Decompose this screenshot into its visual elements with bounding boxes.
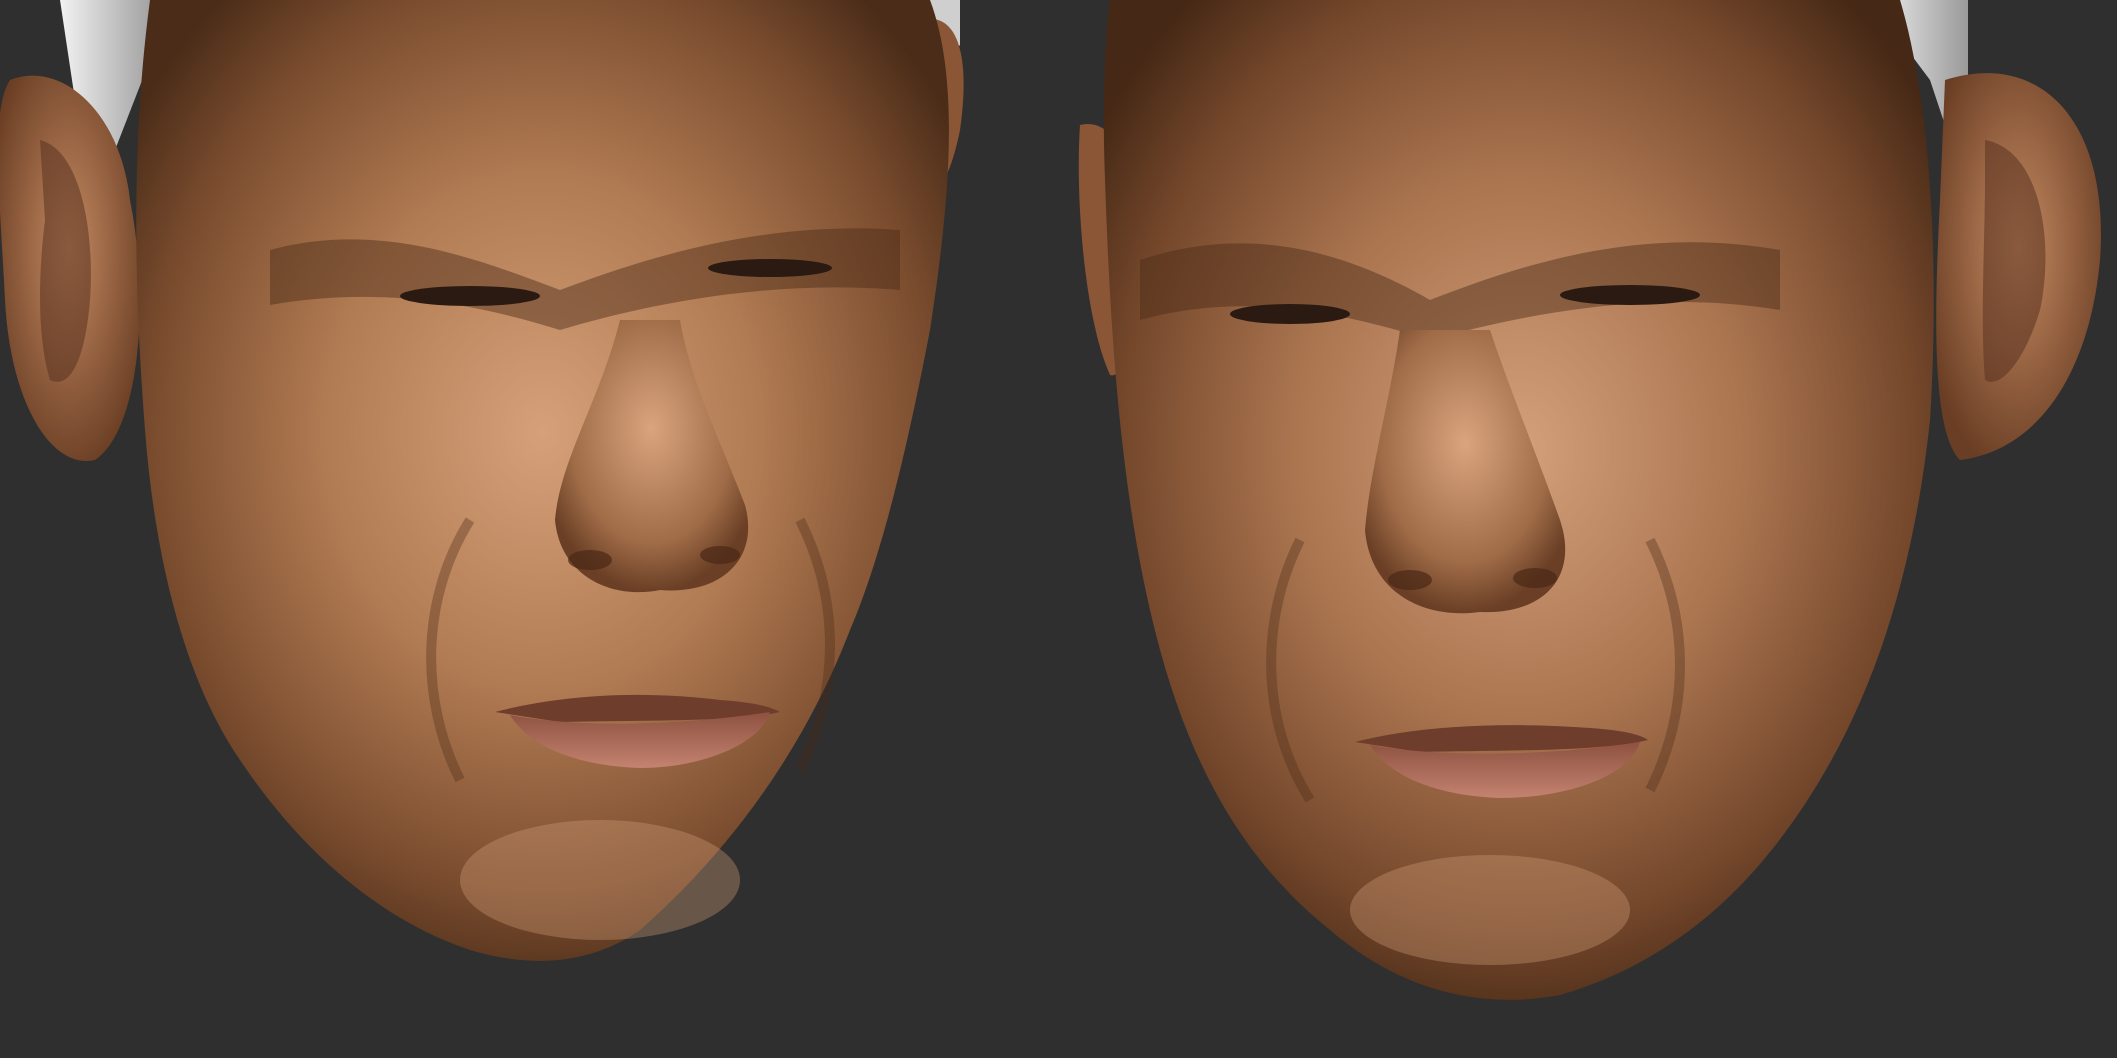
left-face-eye-right <box>708 259 832 277</box>
left-face-head <box>136 0 949 961</box>
right-face-view <box>1078 0 2101 1000</box>
left-face-eye-left <box>400 286 540 306</box>
render-viewport <box>0 0 2117 1058</box>
left-face-chin <box>460 820 740 940</box>
left-face-view <box>0 0 964 961</box>
right-face-nostril-left <box>1388 570 1432 590</box>
right-face-eye-left <box>1230 304 1350 324</box>
sculpt-render <box>0 0 2101 1000</box>
left-face-nostril-right <box>700 546 740 564</box>
right-face-chin <box>1350 855 1630 965</box>
right-face-eye-right <box>1560 285 1700 305</box>
right-face-nostril-right <box>1513 568 1557 588</box>
left-face-nostril-left <box>568 550 612 570</box>
